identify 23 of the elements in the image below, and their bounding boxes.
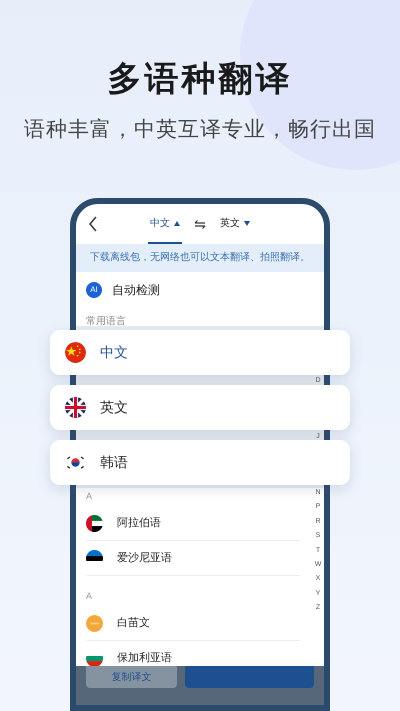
caret-icon — [244, 220, 250, 226]
language-row[interactable]: 阿拉伯语 — [86, 506, 300, 541]
flag-icon — [65, 397, 86, 418]
language-card[interactable]: 英文 — [50, 385, 350, 430]
caret-icon — [174, 220, 180, 226]
notice-banner: 下载离线包，无网络也可以文本翻译、拍照翻译。 — [76, 244, 324, 272]
auto-detect-option[interactable]: 自动检测 — [112, 281, 160, 299]
section-label: 常用语言 — [86, 316, 126, 327]
language-tab[interactable]: 英文 — [218, 204, 252, 244]
flag-icon — [86, 614, 103, 632]
language-card[interactable]: 中文 — [50, 330, 350, 375]
ai-badge: AI — [86, 282, 102, 298]
language-row[interactable]: 爱沙尼亚语 — [86, 541, 300, 576]
language-row[interactable]: 白苗文 — [86, 606, 300, 641]
back-icon[interactable] — [88, 216, 98, 232]
flag-icon — [86, 514, 103, 532]
language-card[interactable]: 韩语 — [50, 440, 350, 485]
headline: 多语种翻译 — [108, 59, 292, 100]
flag-icon — [65, 342, 86, 363]
group-letter: A — [86, 490, 92, 504]
subheadline: 语种丰富，中英互译专业，畅行出国 — [24, 117, 376, 143]
swap-icon[interactable] — [194, 220, 206, 228]
group-letter: A — [86, 590, 92, 604]
